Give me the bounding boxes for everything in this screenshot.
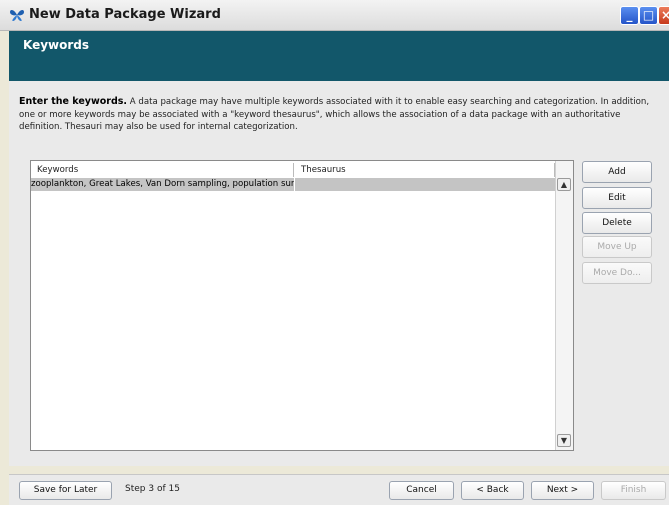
cell-keywords[interactable]: zooplankton, Great Lakes, Van Dorn sampl… [31, 178, 295, 191]
column-header-keywords[interactable]: Keywords [31, 163, 294, 177]
instructions-heading: Enter the keywords. [19, 96, 128, 107]
minimize-button[interactable]: _ [620, 6, 639, 25]
move-down-button[interactable]: Move Do... [582, 262, 652, 284]
cancel-button[interactable]: Cancel [389, 481, 454, 500]
close-button[interactable]: × [658, 6, 669, 25]
instructions-text: Enter the keywords. A data package may h… [19, 96, 654, 134]
edit-button[interactable]: Edit [582, 187, 652, 209]
back-button[interactable]: < Back [461, 481, 524, 500]
save-for-later-button[interactable]: Save for Later [19, 481, 112, 500]
window-title: New Data Package Wizard [29, 7, 221, 22]
page-title: Keywords [23, 38, 90, 52]
table-row[interactable]: zooplankton, Great Lakes, Van Dorn sampl… [31, 178, 556, 191]
column-header-thesaurus[interactable]: Thesaurus [295, 163, 555, 177]
scroll-down-button[interactable]: ▼ [557, 434, 571, 447]
maximize-button[interactable]: □ [639, 6, 658, 25]
header-band: Keywords [9, 31, 669, 81]
scroll-up-button[interactable]: ▲ [557, 178, 571, 191]
add-button[interactable]: Add [582, 161, 652, 183]
window-titlebar: New Data Package Wizard _ □ × [0, 0, 669, 31]
move-up-button[interactable]: Move Up [582, 236, 652, 258]
delete-button[interactable]: Delete [582, 212, 652, 234]
next-button[interactable]: Next > [531, 481, 594, 500]
step-indicator: Step 3 of 15 [125, 484, 180, 494]
keywords-table: Keywords Thesaurus zooplankton, Great La… [30, 160, 574, 451]
table-scrollbar[interactable]: ▲ ▼ [555, 161, 573, 450]
finish-button[interactable]: Finish [601, 481, 666, 500]
morpho-butterfly-icon [10, 10, 24, 21]
cell-thesaurus[interactable] [295, 178, 555, 191]
